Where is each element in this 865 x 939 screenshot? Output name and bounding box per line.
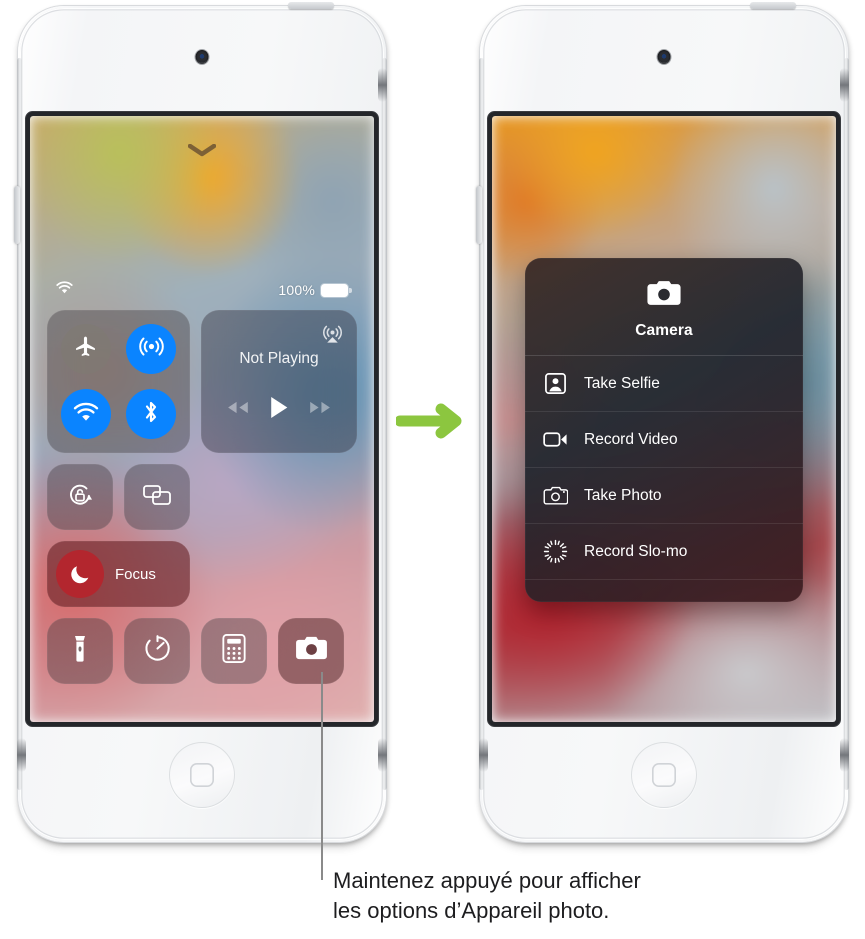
quick-menu-title: Camera bbox=[635, 322, 693, 339]
status-bar: 100% bbox=[30, 280, 374, 300]
connectivity-card bbox=[47, 310, 190, 453]
antenna-band bbox=[840, 738, 849, 772]
device-edge-right bbox=[844, 58, 849, 790]
quick-action-label: Take Photo bbox=[584, 486, 662, 504]
power-button[interactable] bbox=[750, 2, 796, 9]
chevron-down-icon[interactable] bbox=[188, 144, 216, 157]
portrait-icon bbox=[543, 372, 568, 395]
now-playing-card[interactable]: Not Playing bbox=[201, 310, 357, 453]
callout-leader-line bbox=[321, 672, 323, 880]
camera-button[interactable] bbox=[278, 618, 344, 684]
bottom-tiles-row bbox=[47, 618, 344, 684]
airdrop-icon bbox=[138, 333, 165, 365]
now-playing-title: Not Playing bbox=[239, 350, 319, 367]
control-grid: Not Playing Focus bbox=[47, 310, 357, 695]
control-row-1: Not Playing bbox=[47, 310, 357, 453]
right-device: Camera Take Selfie Record Video Take Pho… bbox=[476, 2, 849, 842]
home-button[interactable] bbox=[169, 742, 235, 808]
quick-action-record-video[interactable]: Record Video bbox=[525, 412, 803, 468]
calculator-button[interactable] bbox=[201, 618, 267, 684]
left-screen: 100% Not Playing Focus bbox=[30, 116, 374, 722]
caption-line-1: Maintenez appuyé pour afficher bbox=[333, 868, 641, 893]
screen-mirroring-icon bbox=[141, 482, 173, 513]
antenna-band bbox=[378, 68, 387, 102]
quick-action-record-slomo[interactable]: Record Slo-mo bbox=[525, 524, 803, 580]
slo-mo-icon bbox=[543, 539, 568, 564]
rotation-lock-icon bbox=[64, 479, 96, 516]
timer-button[interactable] bbox=[124, 618, 190, 684]
control-center: 100% Not Playing Focus bbox=[30, 116, 374, 722]
fast-forward-icon[interactable] bbox=[308, 400, 333, 420]
media-transport bbox=[201, 395, 357, 425]
camera-icon bbox=[295, 635, 328, 667]
caption-text: Maintenez appuyé pour afficher les optio… bbox=[333, 866, 853, 926]
left-device: 100% Not Playing Focus bbox=[14, 2, 387, 842]
airplane-icon bbox=[73, 334, 98, 364]
battery-status: 100% bbox=[278, 282, 352, 298]
device-edge-left bbox=[479, 58, 484, 790]
screen-mirroring-button[interactable] bbox=[124, 464, 190, 530]
flashlight-button[interactable] bbox=[47, 618, 113, 684]
home-button[interactable] bbox=[631, 742, 697, 808]
video-camera-icon bbox=[543, 430, 568, 449]
device-edge-right bbox=[382, 58, 387, 790]
quick-action-label: Take Selfie bbox=[584, 374, 660, 392]
quick-action-label: Record Video bbox=[584, 430, 678, 448]
left-controls-column: Focus bbox=[47, 464, 344, 684]
quick-action-take-photo[interactable]: Take Photo bbox=[525, 468, 803, 524]
rotation-lock-button[interactable] bbox=[47, 464, 113, 530]
moon-icon bbox=[56, 550, 104, 598]
quick-menu-header: Camera bbox=[525, 258, 803, 356]
front-camera-icon bbox=[657, 50, 671, 64]
calculator-icon bbox=[221, 633, 247, 669]
camera-icon bbox=[646, 281, 682, 312]
device-edge-left bbox=[17, 58, 22, 790]
quick-action-label: Record Slo-mo bbox=[584, 542, 688, 560]
battery-full-icon bbox=[321, 283, 352, 297]
right-screen: Camera Take Selfie Record Video Take Pho… bbox=[492, 116, 836, 722]
utility-tiles-row bbox=[47, 464, 344, 530]
antenna-band bbox=[479, 738, 488, 772]
airplane-mode-toggle[interactable] bbox=[60, 323, 111, 374]
antenna-band bbox=[378, 738, 387, 772]
control-row-2: Focus bbox=[47, 464, 357, 684]
airplay-audio-icon[interactable] bbox=[321, 322, 344, 345]
camera-outline-icon bbox=[543, 485, 568, 506]
flow-arrow-icon bbox=[394, 403, 468, 439]
quick-action-take-selfie[interactable]: Take Selfie bbox=[525, 356, 803, 412]
front-camera-icon bbox=[195, 50, 209, 64]
battery-percent-label: 100% bbox=[278, 282, 315, 298]
wifi-icon bbox=[73, 402, 99, 427]
antenna-band bbox=[17, 738, 26, 772]
antenna-band bbox=[840, 68, 849, 102]
flashlight-icon bbox=[72, 633, 88, 670]
quick-menu-footer-space bbox=[525, 580, 803, 602]
wifi-toggle[interactable] bbox=[60, 389, 111, 440]
illustration-canvas: 100% Not Playing Focus Camera Take Selfi… bbox=[0, 0, 865, 939]
timer-icon bbox=[142, 633, 173, 669]
volume-button[interactable] bbox=[14, 186, 20, 244]
focus-label: Focus bbox=[115, 565, 156, 583]
power-button[interactable] bbox=[288, 2, 334, 9]
focus-button[interactable]: Focus bbox=[47, 541, 190, 607]
volume-button[interactable] bbox=[476, 186, 482, 244]
bluetooth-toggle[interactable] bbox=[126, 389, 177, 440]
wifi-icon bbox=[56, 281, 73, 299]
airdrop-toggle[interactable] bbox=[126, 323, 177, 374]
caption-line-2: les options d’Appareil photo. bbox=[333, 898, 610, 923]
camera-quick-actions-menu: Camera Take Selfie Record Video Take Pho… bbox=[525, 258, 803, 602]
bluetooth-icon bbox=[142, 399, 160, 430]
rewind-icon[interactable] bbox=[225, 400, 250, 420]
play-icon[interactable] bbox=[269, 395, 289, 425]
